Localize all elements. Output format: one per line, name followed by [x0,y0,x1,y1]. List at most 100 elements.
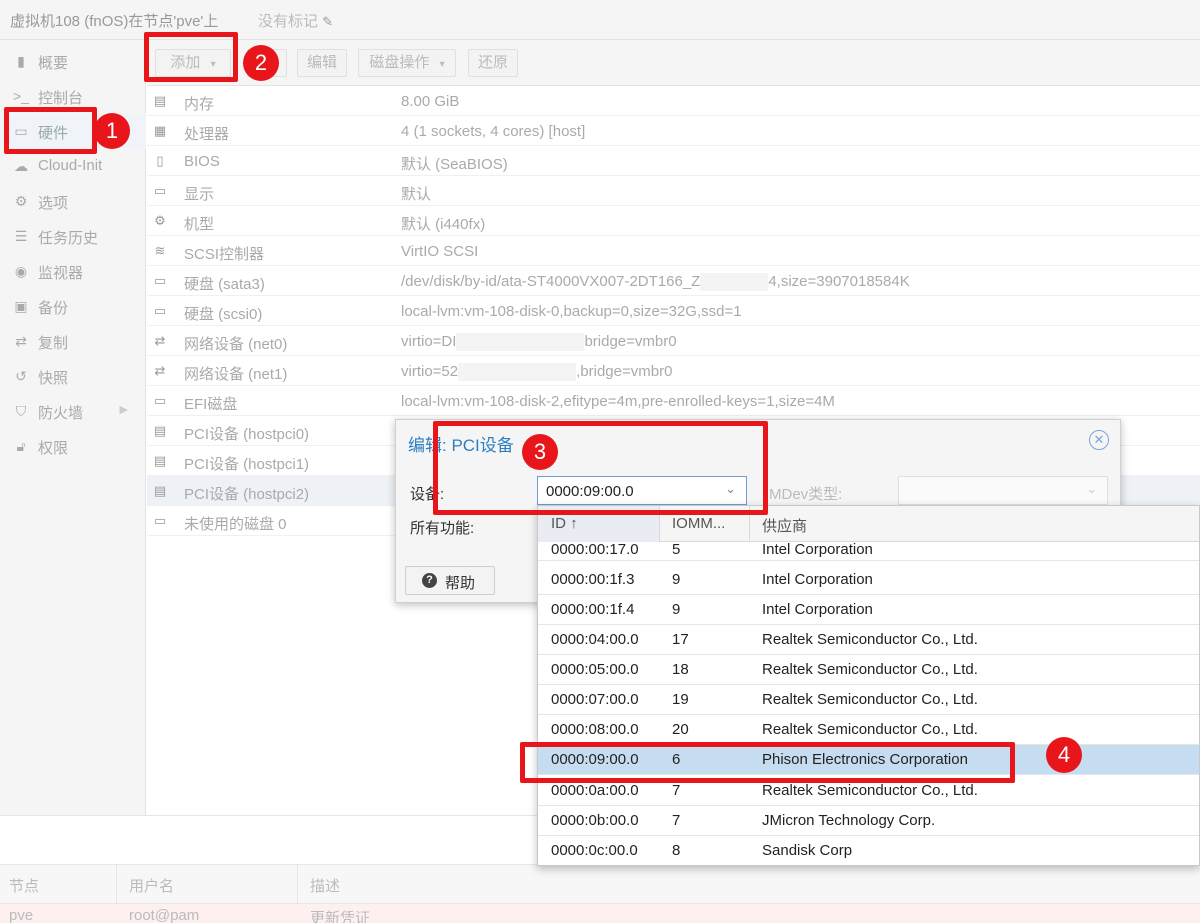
hardware-key: 处理器 [184,126,230,143]
column-header-iommu[interactable]: IOMM... [672,515,725,532]
device-row[interactable]: 0000:0c:00.0 8 Sandisk Corp [538,836,1199,865]
hardware-row[interactable]: ▭ 硬盘 (scsi0) local-lvm:vm-108-disk-0,bac… [147,296,1200,326]
device-row[interactable]: 0000:05:00.0 18 Realtek Semiconductor Co… [538,655,1199,685]
sidebar-item-firewall[interactable]: ⛉ 防火墙 ▶ [0,394,146,428]
device-dropdown: ID ↑ IOMM... 供应商 0000:00:17.0 5 Intel Co… [537,505,1200,866]
value-part: virtio=DI [401,333,457,350]
column-header-vendor[interactable]: 供应商 [762,515,807,536]
sidebar-item-cloud-init[interactable]: ☁ Cloud-Init [0,149,146,183]
sidebar-item-label: 快照 [38,370,69,387]
value-part: /dev/disk/by-id/ata-ST4000VX007-2DT166_Z [401,273,701,290]
sidebar-item-label: 防火墙 [38,405,84,422]
sidebar-item-label: 控制台 [38,90,84,107]
column-divider [297,865,298,905]
hardware-value: /dev/disk/by-id/ata-ST4000VX007-2DT166_Z… [401,273,910,292]
cogs-icon: ⚙ [154,213,166,228]
sidebar-item-replication[interactable]: ⇄ 复制 [0,324,146,358]
hardware-row[interactable]: ⚙ 机型 默认 (i440fx) [147,206,1200,236]
device-row[interactable]: 0000:08:00.0 20 Realtek Semiconductor Co… [538,715,1199,745]
retweet-icon: ⇄ [15,333,27,349]
device-iommu: 18 [672,661,689,678]
device-row[interactable]: 0000:0b:00.0 7 JMicron Technology Corp. [538,806,1199,836]
mdev-type-select[interactable]: ⌄ [898,476,1108,505]
hdd-icon: ▭ [153,273,167,288]
hardware-row[interactable]: ≋ SCSI控制器 VirtIO SCSI [147,236,1200,266]
device-iommu: 5 [672,541,681,558]
column-header-id[interactable]: ID ↑ [551,515,578,532]
sidebar-item-label: 备份 [38,300,69,317]
disk-action-button[interactable]: 磁盘操作 ▾ [358,49,456,77]
device-id: 0000:04:00.0 [551,631,639,648]
close-icon[interactable]: ✕ [1089,430,1109,450]
cpu-icon: ▦ [153,123,167,138]
sidebar-item-monitor[interactable]: ◉ 监视器 [0,254,146,288]
task-log-row[interactable]: pve root@pam 更新凭证 [0,904,1200,923]
device-row[interactable]: 0000:04:00.0 17 Realtek Semiconductor Co… [538,625,1199,655]
hardware-row[interactable]: ⇄ 网络设备 (net0) virtio=DI bridge=vmbr0 [147,326,1200,356]
hardware-value: local-lvm:vm-108-disk-0,backup=0,size=32… [401,303,742,320]
gear-icon: ⚙ [14,193,28,209]
pencil-icon[interactable]: ✎ [322,14,333,29]
column-header-description[interactable]: 描述 [310,875,340,896]
annotation-badge: 4 [1046,737,1082,773]
device-vendor: Realtek Semiconductor Co., Ltd. [762,691,978,708]
hardware-row[interactable]: ⇄ 网络设备 (net1) virtio=52 ,bridge=vmbr0 [147,356,1200,386]
hardware-row[interactable]: ▯ BIOS 默认 (SeaBIOS) [147,146,1200,176]
hardware-row[interactable]: ▤ 内存 8.00 GiB [147,86,1200,116]
value-part: bridge=vmbr0 [584,333,677,350]
column-header-node[interactable]: 节点 [9,875,39,896]
display-icon: ▭ [153,183,167,198]
device-vendor: Realtek Semiconductor Co., Ltd. [762,661,978,678]
device-vendor: Realtek Semiconductor Co., Ltd. [762,721,978,738]
task-node: pve [9,907,34,923]
value-part: virtio=52 [401,363,459,380]
device-row[interactable]: 0000:00:17.0 5 Intel Corporation [538,536,1199,561]
hardware-key: 网络设备 (net1) [184,366,288,383]
sidebar-item-permissions[interactable]: 🔓︎ 权限 [0,429,146,463]
hardware-value: 4 (1 sockets, 4 cores) [host] [401,123,586,140]
sidebar-item-backup[interactable]: ▣ 备份 [0,289,146,323]
cloud-icon: ☁ [14,158,28,174]
edit-button[interactable]: 编辑 [297,49,347,77]
annotation-badge: 2 [243,45,279,81]
vm-sidebar: ▮ 概要 >_ 控制台 ▭ 硬件 ☁ Cloud-Init ⚙ 选项 ☰ 任务历… [0,40,146,815]
hardware-value: VirtIO SCSI [401,243,479,260]
help-button[interactable]: ? 帮助 [405,566,495,595]
tags-label[interactable]: 没有标记 ✎ [258,10,333,31]
hardware-value: virtio=52 ,bridge=vmbr0 [401,363,673,382]
annotation-box-add [144,32,238,82]
device-id: 0000:0b:00.0 [551,812,639,829]
sidebar-item-options[interactable]: ⚙ 选项 [0,184,146,218]
revert-button[interactable]: 还原 [468,49,518,77]
device-iommu: 7 [672,782,681,799]
hardware-key: 网络设备 (net0) [184,336,288,353]
annotation-box-device [433,421,768,515]
redacted-block [458,363,577,382]
book-icon: ▮ [17,53,25,69]
edit-button-label: 编辑 [306,54,337,71]
pci-icon: ▤ [153,423,167,438]
hardware-row[interactable]: ▭ 硬盘 (sata3) /dev/disk/by-id/ata-ST4000V… [147,266,1200,296]
device-iommu: 8 [672,842,681,859]
device-row[interactable]: 0000:00:1f.3 9 Intel Corporation [538,565,1199,595]
device-row[interactable]: 0000:07:00.0 19 Realtek Semiconductor Co… [538,685,1199,715]
device-id: 0000:07:00.0 [551,691,639,708]
column-header-user[interactable]: 用户名 [129,875,174,896]
hardware-key: 硬盘 (sata3) [184,276,265,293]
device-vendor: Sandisk Corp [762,842,853,859]
device-id: 0000:00:17.0 [551,541,639,558]
hardware-row[interactable]: ▭ EFI磁盘 local-lvm:vm-108-disk-2,efitype=… [147,386,1200,416]
hardware-row[interactable]: ▭ 显示 默认 [147,176,1200,206]
device-vendor: Intel Corporation [762,541,873,558]
sidebar-item-label: 选项 [38,195,69,212]
device-row[interactable]: 0000:00:1f.4 9 Intel Corporation [538,595,1199,625]
annotation-box-hardware [4,107,97,154]
sidebar-item-task-history[interactable]: ☰ 任务历史 [0,219,146,253]
device-id: 0000:05:00.0 [551,661,639,678]
value-part: ,bridge=vmbr0 [576,363,673,380]
hdd-icon: ▭ [153,303,167,318]
sidebar-item-summary[interactable]: ▮ 概要 [0,44,146,78]
sidebar-item-snapshots[interactable]: ↺ 快照 [0,359,146,393]
hardware-row[interactable]: ▦ 处理器 4 (1 sockets, 4 cores) [host] [147,116,1200,146]
vm-title: 虚拟机108 (fnOS)在节点'pve'上 [10,13,219,30]
